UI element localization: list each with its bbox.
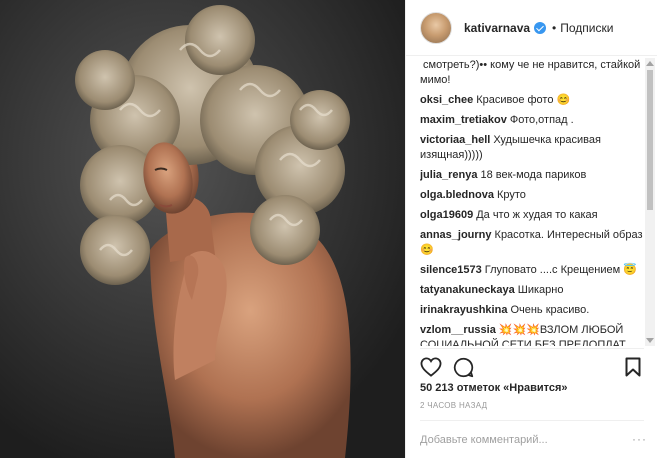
scroll-up-arrow-icon[interactable]	[646, 61, 654, 66]
comment-input-divider	[420, 420, 644, 421]
comments-scrollbar[interactable]	[645, 58, 655, 346]
comment-username[interactable]: oksi_chee	[420, 94, 473, 106]
comment-username[interactable]: victoriaa_hell	[420, 134, 490, 146]
comments-list[interactable]: смотреть?)•• кому че не нравится, стайко…	[420, 58, 646, 346]
portrait-illustration	[0, 0, 405, 458]
comment-text: смотреть?)•• кому че не нравится, стайко…	[420, 59, 641, 86]
comment-item: irinakrayushkina Очень красиво.	[420, 303, 646, 318]
username-link[interactable]: kativarnava	[464, 21, 530, 35]
comment-text: Шикарно	[517, 284, 564, 296]
add-comment-input[interactable]	[420, 432, 646, 448]
comment-username[interactable]: olga.blednova	[420, 189, 494, 201]
comment-text: Да что ж худая то какая	[476, 209, 598, 221]
comment-username[interactable]: annas_journy	[420, 229, 492, 241]
comment-item: victoriaa_hell Худышечка красивая изящная…	[420, 133, 646, 163]
actions-divider	[420, 348, 644, 349]
comment-username[interactable]: silence1573	[420, 264, 482, 276]
comment-text: Фото,отпад .	[509, 114, 574, 126]
comment-text: Круто	[496, 189, 526, 201]
comment-item: maxim_tretiakov Фото,отпад .	[420, 113, 646, 128]
post-header: kativarnava • Подписки	[406, 0, 657, 56]
avatar[interactable]	[420, 11, 452, 44]
post-photo[interactable]	[0, 0, 405, 458]
comment-item: olga19609 Да что ж худая то какая	[420, 208, 646, 223]
comment-item: tatyanakuneckaya Шикарно	[420, 283, 646, 298]
post-side-panel: kativarnava • Подписки смотреть?)•• кому…	[405, 0, 657, 458]
comment-item: oksi_chee Красивое фото 😊	[420, 93, 646, 108]
comment-username[interactable]: olga19609	[420, 209, 473, 221]
comment-icon	[453, 357, 473, 377]
post-timestamp[interactable]: 2 ЧАСОВ НАЗАД	[420, 401, 487, 410]
like-button[interactable]	[420, 356, 442, 378]
comment-item: julia_renya 18 век-мода париков	[420, 168, 646, 183]
comment-item: annas_journy Красотка. Интересный образ😊	[420, 228, 646, 258]
comment-button[interactable]	[452, 356, 474, 378]
post-actions	[420, 356, 644, 378]
comment-username[interactable]: maxim_tretiakov	[420, 114, 507, 126]
comment-text: Красивое фото 😊	[476, 94, 571, 106]
comment-username[interactable]: julia_renya	[420, 169, 477, 181]
comment-username[interactable]: tatyanakuneckaya	[420, 284, 515, 296]
comment-text: Глуповато ....с Крещением 😇	[484, 264, 637, 276]
scrollbar-thumb[interactable]	[647, 70, 653, 210]
likes-count[interactable]: 50 213 отметок «Нравится»	[420, 382, 568, 394]
bookmark-icon	[625, 357, 641, 377]
comment-item: silence1573 Глуповато ....с Крещением 😇	[420, 263, 646, 278]
instagram-post: kativarnava • Подписки смотреть?)•• кому…	[0, 0, 657, 458]
heart-icon	[420, 357, 442, 377]
following-button[interactable]: Подписки	[560, 21, 613, 35]
verified-badge-icon	[534, 21, 547, 34]
comment-text: 18 век-мода париков	[480, 169, 587, 181]
comment-username[interactable]: vzlom__russia	[420, 324, 496, 336]
header-separator: •	[552, 20, 557, 35]
save-button[interactable]	[622, 356, 644, 378]
comment-item: vzlom__russia 💥💥💥ВЗЛОМ ЛЮБОЙ СОЦИАЛЬНОЙ С…	[420, 323, 646, 346]
comment-text: Очень красиво.	[510, 304, 590, 316]
more-options-icon[interactable]: ···	[632, 432, 647, 446]
comment-item: olga.blednova Круто	[420, 188, 646, 203]
scroll-down-arrow-icon[interactable]	[646, 338, 654, 343]
comment-item: смотреть?)•• кому че не нравится, стайко…	[420, 58, 646, 88]
comment-username[interactable]: irinakrayushkina	[420, 304, 507, 316]
